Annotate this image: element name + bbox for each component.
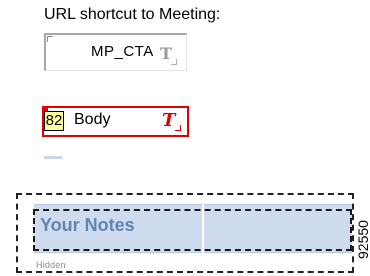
url-shortcut-label: URL shortcut to Meeting: xyxy=(44,6,221,23)
text-field-icon: T xyxy=(160,44,177,65)
url-shortcut-field[interactable]: MP_CTA T xyxy=(44,33,187,71)
field-index-badge: 82 xyxy=(44,111,64,131)
notes-title: Your Notes xyxy=(40,215,135,235)
body-field-value: Body xyxy=(74,111,111,128)
placeholder-dash xyxy=(44,156,62,159)
body-field[interactable]: 82 Body T xyxy=(42,106,189,137)
hidden-caption: Hidden xyxy=(36,260,66,270)
url-shortcut-value: MP_CTA xyxy=(91,43,154,60)
text-field-red-icon: T xyxy=(162,110,183,131)
figure-number: 92550 xyxy=(355,220,370,259)
